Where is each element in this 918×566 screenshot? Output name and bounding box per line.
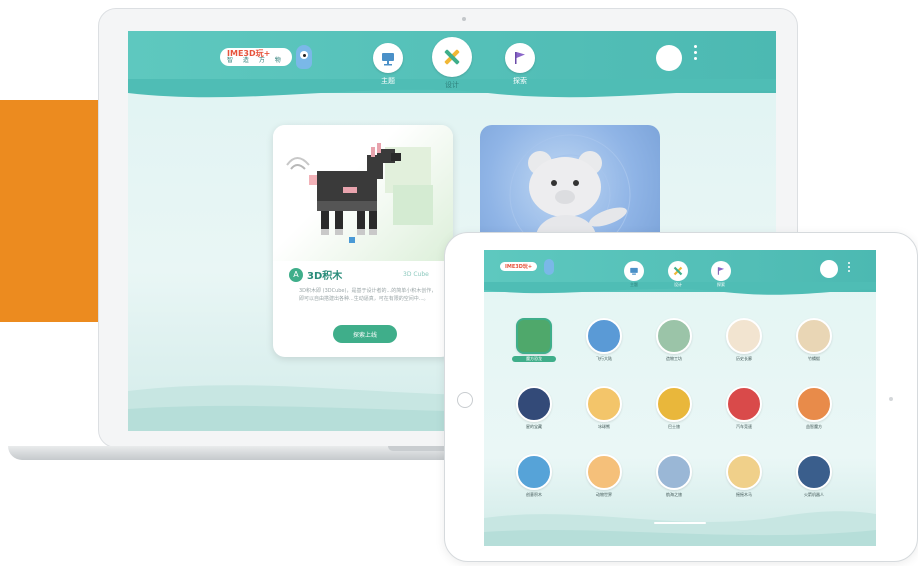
grid-item[interactable]: 动物世界 bbox=[582, 454, 626, 498]
grid-item[interactable]: 创意积木 bbox=[512, 454, 556, 498]
card-badge-icon: A bbox=[289, 267, 303, 282]
grid-item-label: 星的宝藏 bbox=[526, 424, 542, 429]
grid-item[interactable]: 益智魔方 bbox=[792, 386, 836, 430]
tablet-logo[interactable]: IME3D玩+ bbox=[500, 262, 538, 271]
grid-item[interactable]: 造物工坊 bbox=[652, 318, 696, 362]
grid-item[interactable]: 航海之旅 bbox=[652, 454, 696, 498]
laptop-camera bbox=[462, 17, 466, 21]
flag-icon bbox=[717, 267, 725, 275]
card-subtitle-en: 3D Cube bbox=[403, 271, 429, 278]
grid-item-thumbnail bbox=[796, 454, 832, 490]
grid-item-thumbnail bbox=[656, 318, 692, 354]
grid-item-thumbnail bbox=[796, 386, 832, 422]
grid-item[interactable]: 星的宝藏 bbox=[512, 386, 556, 430]
logo-subtitle: 智 造 万 物 bbox=[227, 57, 285, 64]
grid-item-label: 创意积木 bbox=[526, 492, 542, 497]
orange-accent-block bbox=[0, 100, 98, 322]
grid-item[interactable]: 火箭机器人 bbox=[792, 454, 836, 498]
nav-tab-label: 探索 bbox=[513, 77, 527, 85]
grid-item-thumbnail bbox=[726, 386, 762, 422]
grid-item[interactable]: 竹蜻蜓 bbox=[792, 318, 836, 362]
grid-item-thumbnail bbox=[516, 386, 552, 422]
card-title: 3D积木 bbox=[307, 271, 343, 282]
grid-item[interactable]: 冰球熊 bbox=[582, 386, 626, 430]
tablet-nav-label: 设计 bbox=[674, 282, 682, 287]
grid-item-label: 飞行大陆 bbox=[596, 356, 612, 361]
nav-tab-theme[interactable]: 主题 bbox=[368, 43, 408, 86]
grid-item-label: 动物世界 bbox=[596, 492, 612, 497]
grid-item-thumbnail bbox=[586, 318, 622, 354]
voxel-horse-illustration bbox=[286, 143, 433, 243]
app-logo[interactable]: IME3D玩+ 智 造 万 物 bbox=[220, 45, 312, 69]
flag-icon bbox=[515, 52, 525, 64]
cross-tools-icon bbox=[673, 266, 683, 276]
monitor-icon bbox=[630, 267, 638, 275]
grid-item-thumbnail bbox=[586, 386, 622, 422]
grid-item[interactable]: 巴士旅 bbox=[652, 386, 696, 430]
card-description: 3D积木即 (3DCube)，是基于设计者的...的简单小积木创作，即可以自由搭… bbox=[299, 288, 437, 302]
grid-item-thumbnail bbox=[726, 318, 762, 354]
logo-badge: IME3D玩+ 智 造 万 物 bbox=[220, 48, 292, 66]
tablet-more-menu-icon[interactable] bbox=[848, 262, 850, 274]
grid-item[interactable]: 摇摇木马 bbox=[722, 454, 766, 498]
monitor-icon bbox=[382, 53, 394, 66]
nav-tab-design[interactable]: 设计 bbox=[432, 37, 472, 90]
grid-item-label: 摇摇木马 bbox=[736, 492, 752, 497]
grid-item-label: 魔方恐龙 bbox=[512, 356, 556, 362]
tablet-nav-label: 主题 bbox=[630, 282, 638, 287]
grid-item-label: 造物工坊 bbox=[666, 356, 682, 361]
grid-item-thumbnail bbox=[516, 318, 552, 354]
tablet-nav-theme[interactable]: 主题 bbox=[623, 261, 645, 288]
card-illustration bbox=[273, 125, 453, 261]
more-menu-icon[interactable] bbox=[694, 45, 698, 63]
grid-item[interactable]: 飞行大陆 bbox=[582, 318, 626, 362]
tablet-nav-label: 探索 bbox=[717, 282, 725, 287]
grid-item-thumbnail bbox=[726, 454, 762, 490]
user-avatar[interactable] bbox=[656, 45, 682, 71]
grid-item-label: 益智魔方 bbox=[806, 424, 822, 429]
feature-card-3d-cube[interactable]: A 3D积木 3D Cube 3D积木即 (3DCube)，是基于设计者的...… bbox=[273, 125, 453, 357]
nav-tab-explore[interactable]: 探索 bbox=[500, 43, 540, 86]
card-title-row: A 3D积木 bbox=[289, 267, 342, 282]
grid-item-thumbnail bbox=[656, 454, 692, 490]
tablet-screen: IME3D玩+ 主题 设计 探索 魔方恐龙 飞行大陆 造物工坊 历史长廊 竹蜻蜓… bbox=[484, 250, 876, 546]
grid-item-thumbnail bbox=[656, 386, 692, 422]
grid-item-label: 历史长廊 bbox=[736, 356, 752, 361]
tablet-home-button[interactable] bbox=[457, 392, 473, 408]
grid-item-thumbnail bbox=[796, 318, 832, 354]
nav-tab-label: 设计 bbox=[445, 81, 459, 89]
grid-item-label: 竹蜻蜓 bbox=[808, 356, 820, 361]
grid-item-label: 巴士旅 bbox=[668, 424, 680, 429]
mascot-icon bbox=[295, 45, 312, 69]
grid-item[interactable]: 汽车竞速 bbox=[722, 386, 766, 430]
grid-item-label: 汽车竞速 bbox=[736, 424, 752, 429]
tablet-camera bbox=[889, 397, 893, 401]
tablet-nav-explore[interactable]: 探索 bbox=[710, 261, 732, 288]
grid-item[interactable]: 历史长廊 bbox=[722, 318, 766, 362]
page-indicator bbox=[654, 522, 706, 524]
tablet-nav-design[interactable]: 设计 bbox=[667, 261, 689, 288]
grid-item-thumbnail bbox=[516, 454, 552, 490]
nav-tab-label: 主题 bbox=[381, 77, 395, 85]
cross-tools-icon bbox=[444, 49, 460, 65]
card-action-button[interactable]: 探索上线 bbox=[333, 325, 397, 343]
grid-item-label: 冰球熊 bbox=[598, 424, 610, 429]
grid-item[interactable]: 魔方恐龙 bbox=[512, 318, 556, 362]
tablet-mascot-icon bbox=[544, 259, 554, 275]
tablet-user-avatar[interactable] bbox=[820, 260, 838, 278]
grid-item-label: 火箭机器人 bbox=[804, 492, 824, 497]
grid-item-label: 航海之旅 bbox=[666, 492, 682, 497]
grid-item-thumbnail bbox=[586, 454, 622, 490]
